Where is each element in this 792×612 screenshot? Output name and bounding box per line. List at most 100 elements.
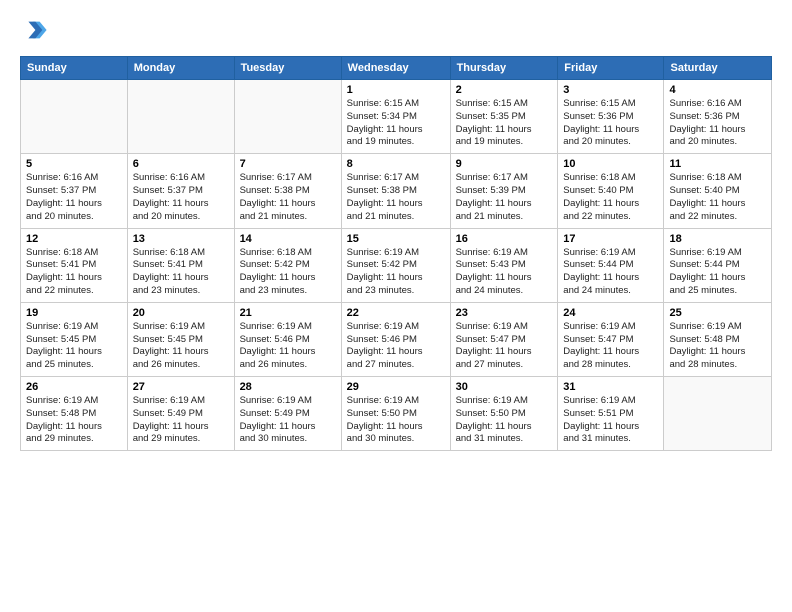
cell-info: Sunrise: 6:19 AMSunset: 5:50 PMDaylight:…	[347, 395, 445, 446]
day-number: 18	[669, 233, 766, 245]
page: SundayMondayTuesdayWednesdayThursdayFrid…	[0, 0, 792, 612]
day-number: 27	[133, 381, 229, 393]
calendar-cell-24: 22 Sunrise: 6:19 AMSunset: 5:46 PMDayligh…	[341, 302, 450, 376]
day-number: 30	[456, 381, 553, 393]
cell-info: Sunrise: 6:19 AMSunset: 5:48 PMDaylight:…	[669, 321, 766, 372]
week-row-1: 1 Sunrise: 6:15 AMSunset: 5:34 PMDaylight…	[21, 80, 772, 154]
calendar-cell-32: 30 Sunrise: 6:19 AMSunset: 5:50 PMDayligh…	[450, 377, 558, 451]
calendar-cell-22: 20 Sunrise: 6:19 AMSunset: 5:45 PMDayligh…	[127, 302, 234, 376]
calendar-cell-10: 8 Sunrise: 6:17 AMSunset: 5:38 PMDaylight…	[341, 154, 450, 228]
weekday-header-thursday: Thursday	[450, 57, 558, 80]
cell-info: Sunrise: 6:18 AMSunset: 5:41 PMDaylight:…	[133, 247, 229, 298]
calendar-table: SundayMondayTuesdayWednesdayThursdayFrid…	[20, 56, 772, 451]
week-row-2: 5 Sunrise: 6:16 AMSunset: 5:37 PMDaylight…	[21, 154, 772, 228]
week-row-4: 19 Sunrise: 6:19 AMSunset: 5:45 PMDayligh…	[21, 302, 772, 376]
calendar-cell-30: 28 Sunrise: 6:19 AMSunset: 5:49 PMDayligh…	[234, 377, 341, 451]
calendar-cell-16: 14 Sunrise: 6:18 AMSunset: 5:42 PMDayligh…	[234, 228, 341, 302]
weekday-header-row: SundayMondayTuesdayWednesdayThursdayFrid…	[21, 57, 772, 80]
day-number: 22	[347, 307, 445, 319]
day-number: 12	[26, 233, 122, 245]
cell-info: Sunrise: 6:15 AMSunset: 5:34 PMDaylight:…	[347, 98, 445, 149]
calendar-cell-28: 26 Sunrise: 6:19 AMSunset: 5:48 PMDayligh…	[21, 377, 128, 451]
cell-info: Sunrise: 6:19 AMSunset: 5:49 PMDaylight:…	[133, 395, 229, 446]
calendar-cell-20: 18Sunrise: 6:19 AMSunset: 5:44 PMDayligh…	[664, 228, 772, 302]
calendar-cell-4: 2Sunrise: 6:15 AMSunset: 5:35 PMDaylight…	[450, 80, 558, 154]
cell-info: Sunrise: 6:19 AMSunset: 5:45 PMDaylight:…	[133, 321, 229, 372]
logo	[20, 16, 52, 44]
day-number: 5	[26, 158, 122, 170]
calendar-cell-1	[127, 80, 234, 154]
cell-info: Sunrise: 6:19 AMSunset: 5:46 PMDaylight:…	[347, 321, 445, 372]
cell-info: Sunrise: 6:19 AMSunset: 5:48 PMDaylight:…	[26, 395, 122, 446]
cell-info: Sunrise: 6:18 AMSunset: 5:42 PMDaylight:…	[240, 247, 336, 298]
cell-info: Sunrise: 6:19 AMSunset: 5:47 PMDaylight:…	[456, 321, 553, 372]
day-number: 26	[26, 381, 122, 393]
calendar-cell-29: 27 Sunrise: 6:19 AMSunset: 5:49 PMDayligh…	[127, 377, 234, 451]
calendar-cell-27: 25 Sunrise: 6:19 AMSunset: 5:48 PMDayligh…	[664, 302, 772, 376]
cell-info: Sunrise: 6:19 AMSunset: 5:50 PMDaylight:…	[456, 395, 553, 446]
cell-info: Sunrise: 6:18 AMSunset: 5:40 PMDaylight:…	[669, 172, 766, 223]
day-number: 6	[133, 158, 229, 170]
day-number: 14	[240, 233, 336, 245]
calendar-cell-34	[664, 377, 772, 451]
cell-info: Sunrise: 6:19 AMSunset: 5:46 PMDaylight:…	[240, 321, 336, 372]
day-number: 16	[456, 233, 553, 245]
day-number: 1	[347, 84, 445, 96]
day-number: 20	[133, 307, 229, 319]
day-number: 24	[563, 307, 658, 319]
day-number: 25	[669, 307, 766, 319]
cell-info: Sunrise: 6:16 AMSunset: 5:36 PMDaylight:…	[669, 98, 766, 149]
day-number: 23	[456, 307, 553, 319]
cell-info: Sunrise: 6:16 AMSunset: 5:37 PMDaylight:…	[26, 172, 122, 223]
cell-info: Sunrise: 6:15 AMSunset: 5:36 PMDaylight:…	[563, 98, 658, 149]
calendar-cell-31: 29 Sunrise: 6:19 AMSunset: 5:50 PMDayligh…	[341, 377, 450, 451]
calendar-cell-23: 21Sunrise: 6:19 AMSunset: 5:46 PMDayligh…	[234, 302, 341, 376]
logo-icon	[20, 16, 48, 44]
day-number: 28	[240, 381, 336, 393]
weekday-header-tuesday: Tuesday	[234, 57, 341, 80]
header	[20, 16, 772, 44]
weekday-header-friday: Friday	[558, 57, 664, 80]
calendar-cell-21: 19 Sunrise: 6:19 AMSunset: 5:45 PMDayligh…	[21, 302, 128, 376]
calendar-cell-6: 4Sunrise: 6:16 AMSunset: 5:36 PMDaylight…	[664, 80, 772, 154]
calendar-cell-26: 24 Sunrise: 6:19 AMSunset: 5:47 PMDayligh…	[558, 302, 664, 376]
calendar-cell-5: 3 Sunrise: 6:15 AMSunset: 5:36 PMDaylight…	[558, 80, 664, 154]
cell-info: Sunrise: 6:17 AMSunset: 5:39 PMDaylight:…	[456, 172, 553, 223]
cell-info: Sunrise: 6:19 AMSunset: 5:49 PMDaylight:…	[240, 395, 336, 446]
calendar-cell-12: 10Sunrise: 6:18 AMSunset: 5:40 PMDayligh…	[558, 154, 664, 228]
calendar-cell-2	[234, 80, 341, 154]
day-number: 3	[563, 84, 658, 96]
day-number: 17	[563, 233, 658, 245]
calendar-cell-17: 15Sunrise: 6:19 AMSunset: 5:42 PMDayligh…	[341, 228, 450, 302]
cell-info: Sunrise: 6:19 AMSunset: 5:42 PMDaylight:…	[347, 247, 445, 298]
calendar-cell-18: 16Sunrise: 6:19 AMSunset: 5:43 PMDayligh…	[450, 228, 558, 302]
day-number: 9	[456, 158, 553, 170]
day-number: 10	[563, 158, 658, 170]
weekday-header-saturday: Saturday	[664, 57, 772, 80]
day-number: 29	[347, 381, 445, 393]
day-number: 19	[26, 307, 122, 319]
cell-info: Sunrise: 6:15 AMSunset: 5:35 PMDaylight:…	[456, 98, 553, 149]
calendar-cell-9: 7 Sunrise: 6:17 AMSunset: 5:38 PMDaylight…	[234, 154, 341, 228]
calendar-cell-3: 1 Sunrise: 6:15 AMSunset: 5:34 PMDaylight…	[341, 80, 450, 154]
week-row-5: 26 Sunrise: 6:19 AMSunset: 5:48 PMDayligh…	[21, 377, 772, 451]
cell-info: Sunrise: 6:17 AMSunset: 5:38 PMDaylight:…	[347, 172, 445, 223]
day-number: 8	[347, 158, 445, 170]
day-number: 13	[133, 233, 229, 245]
weekday-header-sunday: Sunday	[21, 57, 128, 80]
week-row-3: 12 Sunrise: 6:18 AMSunset: 5:41 PMDayligh…	[21, 228, 772, 302]
calendar-cell-33: 31Sunrise: 6:19 AMSunset: 5:51 PMDayligh…	[558, 377, 664, 451]
weekday-header-monday: Monday	[127, 57, 234, 80]
calendar-cell-13: 11 Sunrise: 6:18 AMSunset: 5:40 PMDayligh…	[664, 154, 772, 228]
calendar-cell-11: 9 Sunrise: 6:17 AMSunset: 5:39 PMDaylight…	[450, 154, 558, 228]
day-number: 11	[669, 158, 766, 170]
cell-info: Sunrise: 6:19 AMSunset: 5:44 PMDaylight:…	[563, 247, 658, 298]
cell-info: Sunrise: 6:17 AMSunset: 5:38 PMDaylight:…	[240, 172, 336, 223]
calendar-cell-7: 5 Sunrise: 6:16 AMSunset: 5:37 PMDaylight…	[21, 154, 128, 228]
cell-info: Sunrise: 6:19 AMSunset: 5:47 PMDaylight:…	[563, 321, 658, 372]
calendar-cell-19: 17 Sunrise: 6:19 AMSunset: 5:44 PMDayligh…	[558, 228, 664, 302]
calendar-cell-8: 6Sunrise: 6:16 AMSunset: 5:37 PMDaylight…	[127, 154, 234, 228]
day-number: 7	[240, 158, 336, 170]
cell-info: Sunrise: 6:19 AMSunset: 5:45 PMDaylight:…	[26, 321, 122, 372]
calendar-cell-0	[21, 80, 128, 154]
